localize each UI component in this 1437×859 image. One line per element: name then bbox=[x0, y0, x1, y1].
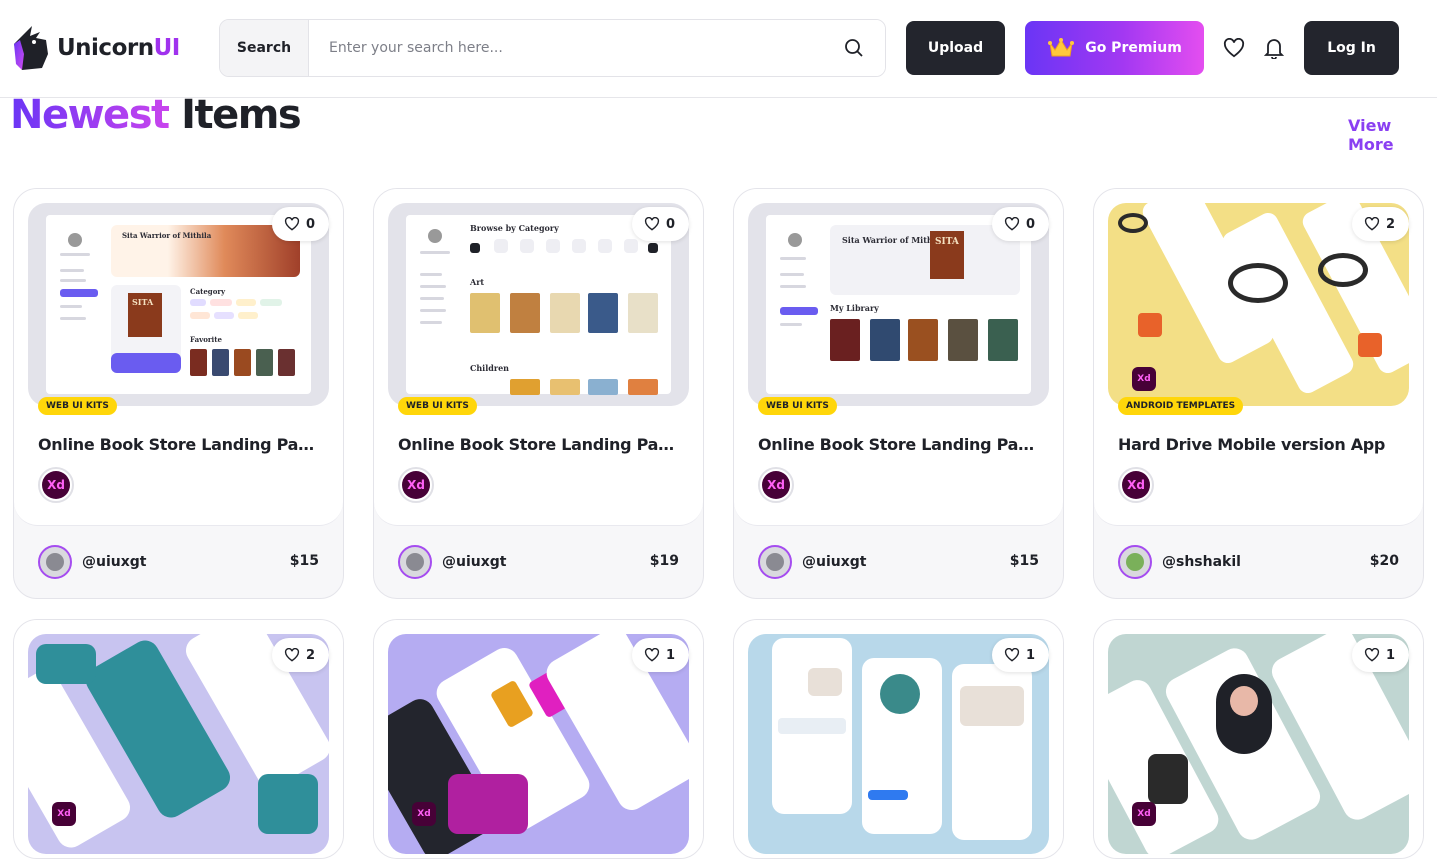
category-tag[interactable]: ANDROID TEMPLATES bbox=[1118, 397, 1244, 415]
bell-icon bbox=[1264, 39, 1284, 59]
crown-icon bbox=[1048, 38, 1075, 57]
search-label[interactable]: Search bbox=[220, 20, 309, 76]
thumb-heading: Sita Warrior of Mithila bbox=[122, 231, 212, 240]
price: $19 bbox=[649, 553, 679, 569]
xd-icon: Xd bbox=[38, 467, 74, 503]
author-name: @uiuxgt bbox=[82, 554, 147, 570]
xd-icon: Xd bbox=[398, 467, 434, 503]
xd-icon: Xd bbox=[758, 467, 794, 503]
avatar bbox=[398, 545, 432, 579]
like-count: 1 bbox=[1385, 647, 1395, 663]
category-tag[interactable]: WEB UI KITS bbox=[758, 397, 837, 415]
heart-icon bbox=[1364, 648, 1380, 662]
card-title[interactable]: Online Book Store Landing Page Volu... bbox=[758, 435, 1043, 454]
heart-icon bbox=[1004, 648, 1020, 662]
product-card[interactable]: Xd 1 bbox=[373, 619, 704, 859]
category-tag[interactable]: WEB UI KITS bbox=[398, 397, 477, 415]
like-button[interactable]: 1 bbox=[631, 638, 689, 672]
xd-icon: Xd bbox=[1118, 467, 1154, 503]
price: $15 bbox=[1009, 553, 1039, 569]
like-count: 0 bbox=[665, 216, 675, 232]
like-button[interactable]: 1 bbox=[1351, 638, 1409, 672]
view-more-link[interactable]: View More bbox=[1348, 116, 1437, 154]
like-button[interactable]: 2 bbox=[1351, 207, 1409, 241]
avatar bbox=[1118, 545, 1152, 579]
avatar bbox=[38, 545, 72, 579]
heart-icon bbox=[284, 217, 300, 231]
card-title[interactable]: Hard Drive Mobile version App bbox=[1118, 435, 1403, 454]
product-card[interactable]: 1 bbox=[733, 619, 1064, 859]
product-card[interactable]: Sita Warrior of Mithila SITA My Library … bbox=[733, 188, 1064, 599]
logo[interactable]: UnicornUI bbox=[10, 24, 180, 72]
like-button[interactable]: 0 bbox=[991, 207, 1049, 241]
logo-word: Unicorn bbox=[57, 35, 154, 61]
author[interactable]: @shshakil bbox=[1118, 545, 1241, 579]
like-count: 0 bbox=[305, 216, 315, 232]
section-title: Newest Items bbox=[10, 92, 302, 138]
notifications-button[interactable] bbox=[1262, 36, 1286, 60]
product-card[interactable]: Xd 2 ANDROID TEMPLATES Hard Drive Mobile… bbox=[1093, 188, 1424, 599]
go-premium-button[interactable]: Go Premium bbox=[1025, 21, 1204, 75]
premium-label: Go Premium bbox=[1085, 40, 1182, 56]
heart-icon bbox=[284, 648, 300, 662]
author[interactable]: @uiuxgt bbox=[38, 545, 146, 579]
author[interactable]: @uiuxgt bbox=[758, 545, 866, 579]
favorites-button[interactable] bbox=[1222, 36, 1246, 60]
like-button[interactable]: 2 bbox=[271, 638, 329, 672]
search-button[interactable] bbox=[823, 20, 885, 76]
category-tag[interactable]: WEB UI KITS bbox=[38, 397, 117, 415]
login-button[interactable]: Log In bbox=[1304, 21, 1399, 75]
search-input[interactable] bbox=[309, 20, 823, 76]
author-name: @shshakil bbox=[1162, 554, 1241, 570]
card-title[interactable]: Online Book Store Landing Page Volu... bbox=[398, 435, 683, 454]
upload-button[interactable]: Upload bbox=[906, 21, 1005, 75]
heart-icon bbox=[1364, 217, 1380, 231]
like-count: 2 bbox=[305, 647, 315, 663]
product-card[interactable]: Xd 2 bbox=[13, 619, 344, 859]
card-title[interactable]: Online Book Store Landing Page Volu... bbox=[38, 435, 323, 454]
like-count: 2 bbox=[1385, 216, 1395, 232]
logo-accent: UI bbox=[153, 35, 181, 61]
author-name: @uiuxgt bbox=[802, 554, 867, 570]
like-button[interactable]: 1 bbox=[991, 638, 1049, 672]
xd-icon: Xd bbox=[1132, 802, 1156, 826]
like-count: 0 bbox=[1025, 216, 1035, 232]
like-button[interactable]: 0 bbox=[271, 207, 329, 241]
unicorn-logo-icon bbox=[14, 26, 48, 70]
author[interactable]: @uiuxgt bbox=[398, 545, 506, 579]
like-button[interactable]: 0 bbox=[631, 207, 689, 241]
like-count: 1 bbox=[665, 647, 675, 663]
search-icon bbox=[845, 39, 863, 57]
search-bar: Search bbox=[219, 19, 886, 77]
price: $20 bbox=[1369, 553, 1399, 569]
price: $15 bbox=[289, 553, 319, 569]
xd-icon: Xd bbox=[412, 802, 436, 826]
top-header: UnicornUI Search Upload Go Premium Log I… bbox=[0, 0, 1437, 98]
heart-icon bbox=[1223, 38, 1245, 58]
like-count: 1 bbox=[1025, 647, 1035, 663]
product-card[interactable]: Browse by Category Art Children 0 WEB UI… bbox=[373, 188, 704, 599]
author-name: @uiuxgt bbox=[442, 554, 507, 570]
section-title-accent: Newest bbox=[10, 92, 170, 138]
section-title-rest: Items bbox=[181, 92, 302, 138]
heart-icon bbox=[644, 648, 660, 662]
heart-icon bbox=[644, 217, 660, 231]
product-card[interactable]: Sita Warrior of Mithila SITA Category Fa… bbox=[13, 188, 344, 599]
xd-icon: Xd bbox=[52, 802, 76, 826]
product-card[interactable]: Xd 1 bbox=[1093, 619, 1424, 859]
xd-icon: Xd bbox=[1132, 367, 1156, 391]
heart-icon bbox=[1004, 217, 1020, 231]
avatar bbox=[758, 545, 792, 579]
